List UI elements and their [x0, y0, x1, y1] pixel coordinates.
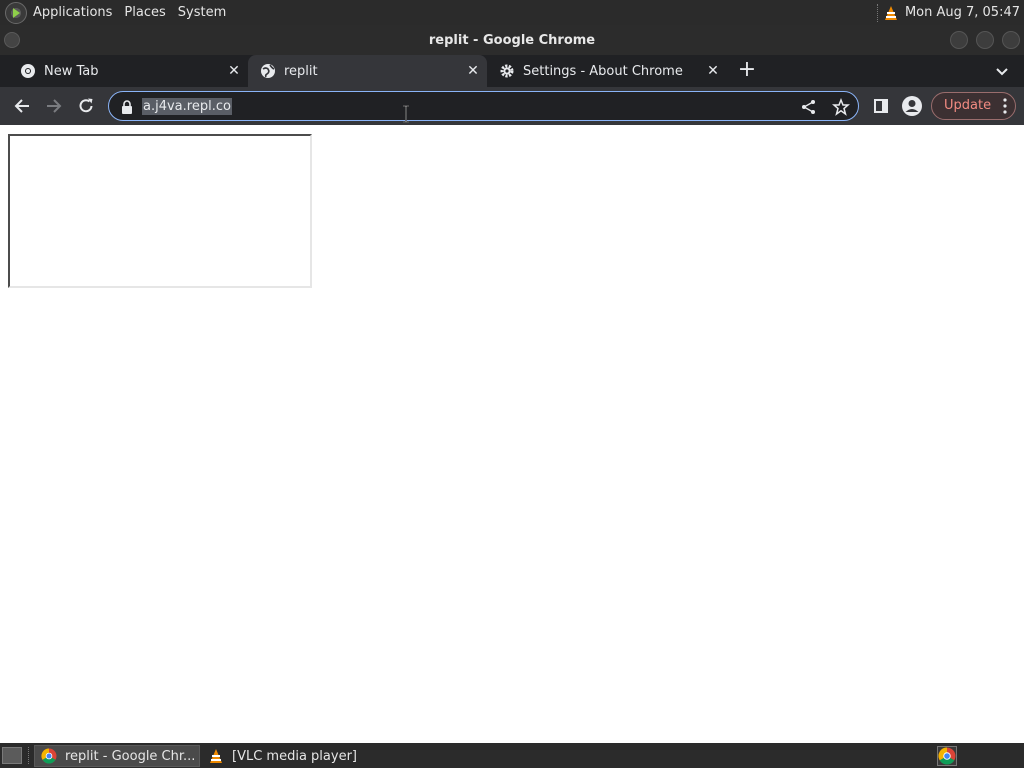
- close-icon[interactable]: ✕: [705, 63, 721, 79]
- menu-places[interactable]: Places: [118, 0, 171, 25]
- desktop-menu-icon[interactable]: [5, 1, 27, 24]
- share-icon[interactable]: [800, 98, 818, 116]
- window-menu-icon[interactable]: [4, 32, 20, 48]
- tab-settings[interactable]: Settings - About Chrome ✕: [487, 55, 727, 87]
- tab-new-tab[interactable]: New Tab ✕: [0, 55, 248, 87]
- chevron-down-icon[interactable]: [994, 63, 1010, 79]
- back-button[interactable]: [10, 94, 34, 118]
- globe-icon: [261, 64, 275, 78]
- taskbar-item-vlc[interactable]: [VLC media player]: [202, 745, 402, 767]
- text-cursor-icon: [403, 105, 409, 123]
- update-label: Update: [944, 98, 992, 113]
- chrome-icon: [41, 748, 57, 764]
- maximize-button[interactable]: [976, 31, 994, 49]
- new-tab-button[interactable]: +: [737, 59, 757, 81]
- star-icon[interactable]: [832, 98, 850, 116]
- address-bar[interactable]: a.j4va.repl.co: [108, 91, 859, 121]
- taskbar-item-label: [VLC media player]: [232, 748, 357, 764]
- show-desktop-button[interactable]: [2, 747, 22, 764]
- menu-system[interactable]: System: [172, 0, 232, 25]
- tab-label: replit: [284, 63, 318, 79]
- embedded-frame[interactable]: [8, 134, 312, 288]
- chrome-icon: [938, 747, 956, 765]
- side-panel-button[interactable]: [869, 94, 893, 118]
- taskbar-separator: [28, 747, 29, 764]
- avatar-icon: [902, 96, 922, 116]
- close-icon[interactable]: ✕: [465, 63, 481, 79]
- panel-separator: [876, 3, 879, 22]
- arrow-left-icon: [14, 99, 29, 113]
- window-titlebar[interactable]: replit - Google Chrome: [0, 25, 1024, 55]
- window-title: replit - Google Chrome: [428, 32, 596, 48]
- vlc-icon[interactable]: [883, 5, 899, 21]
- lock-icon[interactable]: [121, 100, 133, 114]
- close-window-button[interactable]: [1002, 31, 1020, 49]
- update-button[interactable]: Update: [931, 92, 1016, 120]
- tab-label: New Tab: [44, 63, 99, 79]
- taskbar-item-label: replit - Google Chr...: [65, 748, 196, 764]
- chrome-icon: [21, 64, 35, 78]
- arrow-right-icon: [47, 99, 62, 113]
- clock[interactable]: Mon Aug 7, 05:47: [905, 5, 1020, 20]
- tab-label: Settings - About Chrome: [523, 63, 683, 79]
- taskbar-item-chrome[interactable]: replit - Google Chr...: [34, 745, 200, 767]
- forward-button[interactable]: [42, 94, 66, 118]
- gear-icon: [500, 64, 514, 78]
- top-panel: Applications Places System Mon Aug 7, 05…: [0, 0, 1024, 25]
- close-icon[interactable]: ✕: [226, 63, 242, 79]
- reload-icon: [79, 98, 93, 113]
- minimize-button[interactable]: [950, 31, 968, 49]
- page-content: [0, 125, 1024, 743]
- vlc-icon: [210, 749, 222, 763]
- workspace-switcher[interactable]: [937, 746, 957, 766]
- profile-button[interactable]: [900, 94, 924, 118]
- side-panel-icon: [874, 99, 888, 113]
- more-vert-icon: [1003, 98, 1007, 114]
- browser-toolbar: a.j4va.repl.co Update: [0, 87, 1024, 125]
- tab-replit[interactable]: replit ✕: [248, 55, 487, 87]
- url-text[interactable]: a.j4va.repl.co: [142, 98, 232, 115]
- menu-applications[interactable]: Applications: [27, 0, 118, 25]
- taskbar: replit - Google Chr... [VLC media player…: [0, 743, 1024, 768]
- tab-strip: New Tab ✕ replit ✕ Settings - About Chro…: [0, 55, 1024, 87]
- reload-button[interactable]: [74, 94, 98, 118]
